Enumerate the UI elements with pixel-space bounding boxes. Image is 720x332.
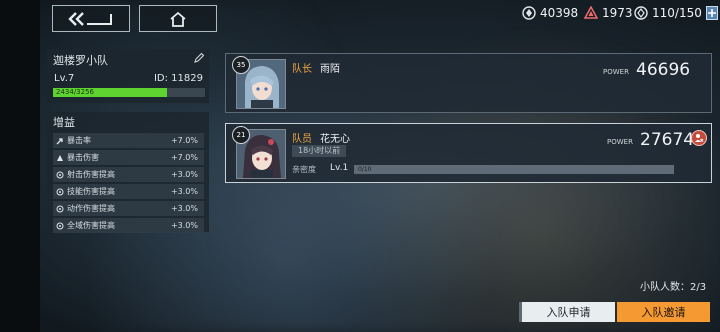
team-id: ID: 11829 xyxy=(153,73,203,84)
edit-icon[interactable] xyxy=(193,52,205,64)
buff-row: 技能伤害提高 +3.0% xyxy=(53,184,204,199)
buff-row: 动作伤害提高 +3.0% xyxy=(53,201,204,216)
team-level: Lv.7 xyxy=(54,73,75,84)
intimacy-bar: 0/10 xyxy=(354,165,674,174)
last-online-tag: 18小时以前 xyxy=(292,145,347,157)
member-role: 队员 xyxy=(292,134,312,145)
back-button[interactable] xyxy=(52,5,130,32)
buff-row: 射击伤害提高 +3.0% xyxy=(53,167,204,182)
buff-label: 技能伤害提高 xyxy=(67,187,115,196)
intimacy-label: 亲密度 xyxy=(292,165,316,174)
all-damage-icon xyxy=(53,222,67,230)
crystal-resource: 40398 xyxy=(522,6,578,20)
join-requests-button[interactable]: 入队申请 xyxy=(519,302,615,322)
buff-label: 射击伤害提高 xyxy=(67,170,115,179)
back-arrow-icon xyxy=(68,11,112,26)
buff-panel: 增益 暴击率 +7.0% 暴击伤害 +7.0% 射击伤害提高 +3.0% 技能伤… xyxy=(47,112,209,235)
buff-row: 暴击率 +7.0% xyxy=(53,133,204,148)
power-label: POWER xyxy=(603,68,629,76)
power-label: POWER xyxy=(607,138,633,146)
team-member-count: 小队人数：2/3 xyxy=(640,282,707,293)
stamina-resource: 110/150 xyxy=(634,6,718,20)
power-value: 46696 xyxy=(636,60,691,80)
team-exp-text: 2434/3256 xyxy=(56,88,94,96)
buff-list: 暴击率 +7.0% 暴击伤害 +7.0% 射击伤害提高 +3.0% 技能伤害提高… xyxy=(53,133,204,235)
buff-title: 增益 xyxy=(53,116,75,129)
buff-value: +7.0% xyxy=(170,153,198,162)
buff-row: 全域伤害提高 +3.0% xyxy=(53,218,204,233)
home-button[interactable] xyxy=(139,5,217,32)
team-name: 迦楼罗小队 xyxy=(53,54,108,67)
screen-edge xyxy=(0,0,40,332)
shoot-damage-icon xyxy=(53,171,67,179)
buff-value: +3.0% xyxy=(170,187,198,196)
add-stamina-icon[interactable] xyxy=(705,6,718,20)
gem-resource: 1973 xyxy=(584,6,633,20)
buff-row: 暴击伤害 +7.0% xyxy=(53,150,204,165)
buff-label: 全域伤害提高 xyxy=(67,221,115,230)
gem-triangle-icon xyxy=(584,6,598,19)
crit-damage-icon xyxy=(53,154,67,162)
member-role: 队长 xyxy=(292,64,312,75)
crystal-amount: 40398 xyxy=(540,6,579,20)
stamina-amount: 110/150 xyxy=(652,6,702,20)
remove-member-icon xyxy=(695,134,704,142)
team-exp-bar: 2434/3256 xyxy=(53,88,205,97)
action-damage-icon xyxy=(53,205,67,213)
member-level-badge: 35 xyxy=(232,56,250,74)
power-value: 27674 xyxy=(640,130,695,150)
team-info-panel: 迦楼罗小队 Lv.7 ID: 11829 2434/3256 xyxy=(47,49,209,103)
home-icon xyxy=(170,11,186,27)
buff-label: 暴击伤害 xyxy=(67,153,99,162)
buff-value: +3.0% xyxy=(170,170,198,179)
member-card[interactable]: 21 队员 花无心 18小时以前 亲密度 Lv.1 0/10 POWER 276… xyxy=(225,123,712,183)
skill-damage-icon xyxy=(53,188,67,196)
member-card-leader[interactable]: 35 队长 雨陌 POWER 46696 xyxy=(225,53,712,113)
member-name: 花无心 xyxy=(320,134,350,145)
invite-button[interactable]: 入队邀请 xyxy=(617,302,710,322)
buff-label: 动作伤害提高 xyxy=(67,204,115,213)
intimacy-text: 0/10 xyxy=(358,166,372,173)
gem-amount: 1973 xyxy=(602,6,633,20)
member-level-badge: 21 xyxy=(232,126,250,144)
intimacy-level: Lv.1 xyxy=(330,163,349,173)
crit-rate-icon xyxy=(53,137,67,145)
crystal-icon xyxy=(522,6,536,20)
stamina-icon xyxy=(634,6,648,20)
buff-value: +3.0% xyxy=(170,204,198,213)
buff-value: +7.0% xyxy=(170,136,198,145)
buff-value: +3.0% xyxy=(170,221,198,230)
buff-label: 暴击率 xyxy=(67,136,91,145)
member-name: 雨陌 xyxy=(320,64,340,75)
remove-member-button[interactable] xyxy=(691,130,707,146)
